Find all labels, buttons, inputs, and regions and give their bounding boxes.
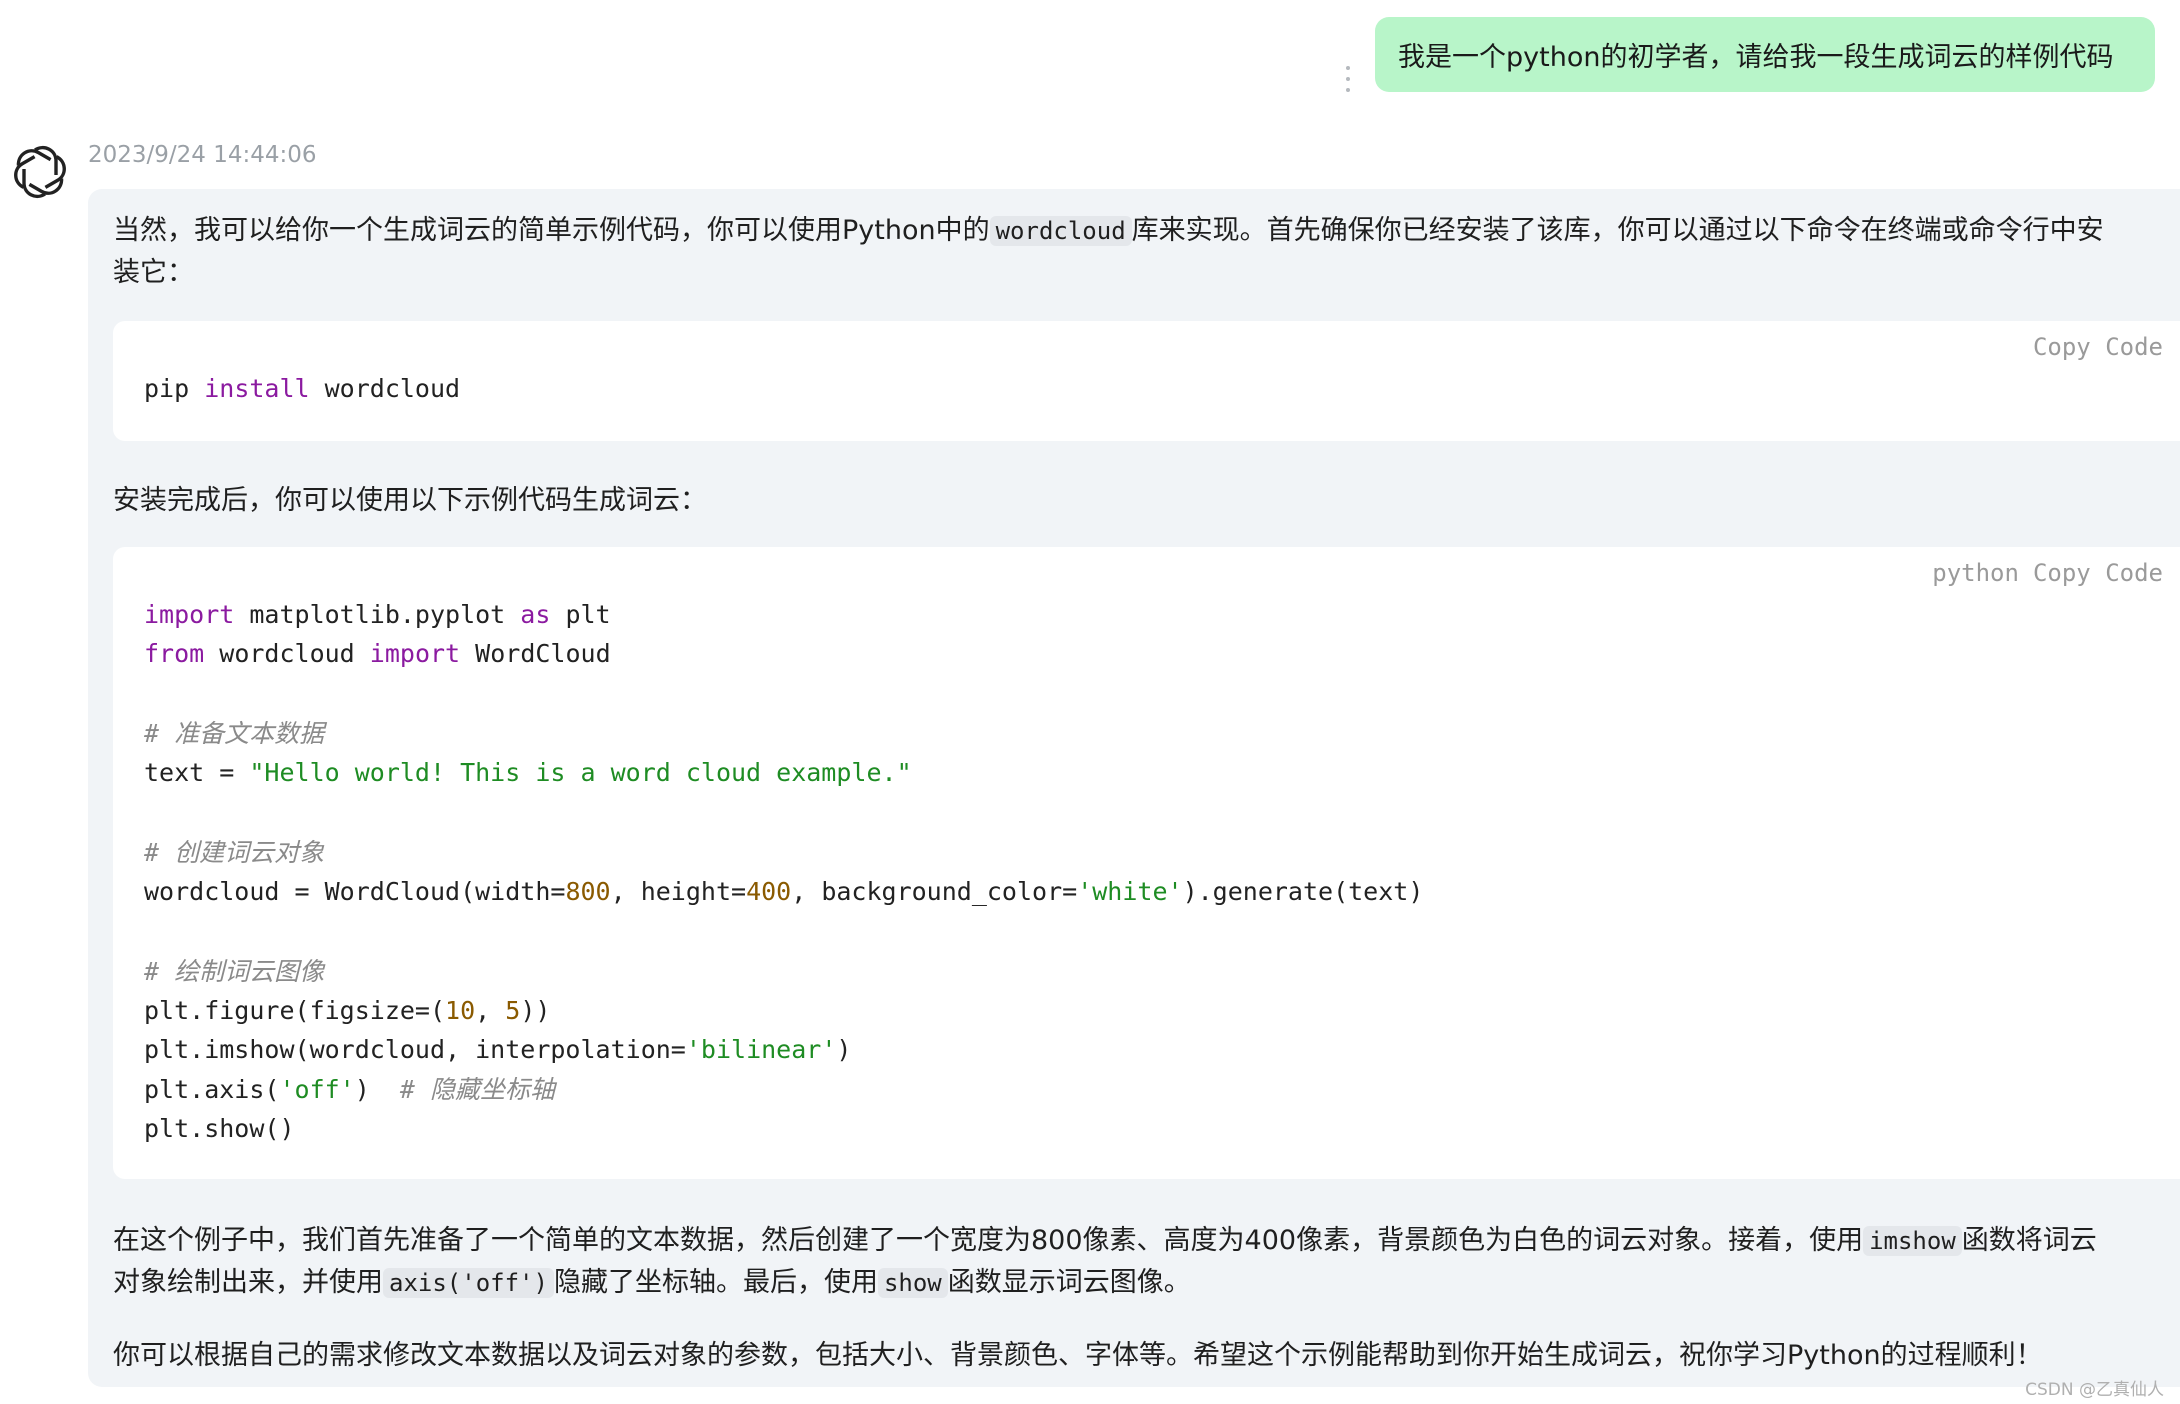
inline-code-imshow: imshow bbox=[1863, 1226, 1962, 1256]
user-message-text: 我是一个python的初学者，请给我一段生成词云的样例代码 bbox=[1398, 42, 2114, 73]
inline-code-axis-off: axis('off') bbox=[383, 1268, 554, 1298]
code-block-header: python Copy Code bbox=[1932, 559, 2163, 587]
code-line-2: from wordcloud import WordCloud bbox=[144, 639, 611, 668]
code-line-1: import matplotlib.pyplot as plt bbox=[144, 600, 611, 629]
intro-line-1: 当然，我可以给你一个生成词云的简单示例代码，你可以使用Python中的 wordc… bbox=[113, 208, 2104, 247]
code-block-header: Copy Code bbox=[2033, 333, 2163, 361]
code-line-8: plt.figure(figsize=(10, 5)) bbox=[144, 996, 551, 1025]
csdn-watermark: CSDN @乙真仙人 bbox=[2025, 1380, 2164, 1400]
more-options-icon[interactable] bbox=[1344, 66, 1352, 92]
code-language-label: python bbox=[1932, 559, 2019, 587]
code-comment-3: # 绘制词云图像 bbox=[144, 957, 325, 986]
user-message-bubble: 我是一个python的初学者，请给我一段生成词云的样例代码 bbox=[1375, 17, 2155, 92]
code-block-install: Copy Code pip install wordcloud bbox=[113, 321, 2180, 441]
code-block-python: python Copy Code import matplotlib.pyplo… bbox=[113, 547, 2180, 1179]
code-comment-1: # 准备文本数据 bbox=[144, 719, 325, 748]
message-timestamp: 2023/9/24 14:44:06 bbox=[88, 142, 317, 168]
closing-text: 你可以根据自己的需求修改文本数据以及词云对象的参数，包括大小、背景颜色、字体等。… bbox=[113, 1340, 2043, 1371]
intro-line-2: 装它： bbox=[113, 257, 194, 288]
intro-text-a: 当然，我可以给你一个生成词云的简单示例代码，你可以使用Python中的 bbox=[113, 215, 990, 246]
after-install-text: 安装完成后，你可以使用以下示例代码生成词云： bbox=[113, 485, 707, 516]
code-line-6: wordcloud = WordCloud(width=800, height=… bbox=[144, 877, 1424, 906]
copy-code-button[interactable]: Copy Code bbox=[2033, 333, 2163, 361]
inline-code-wordcloud: wordcloud bbox=[989, 216, 1132, 246]
code-line: pip install wordcloud bbox=[144, 374, 461, 403]
explain-line-1: 在这个例子中，我们首先准备了一个简单的文本数据，然后创建了一个宽度为800像素、… bbox=[113, 1225, 2097, 1256]
code-line-9: plt.imshow(wordcloud, interpolation='bil… bbox=[144, 1035, 852, 1064]
intro-text-b: 库来实现。首先确保你已经安装了该库，你可以通过以下命令在终端或命令行中安 bbox=[1131, 215, 2104, 246]
explain-line-2: 对象绘制出来，并使用 axis('off') 隐藏了坐标轴。最后，使用 show 函数显… bbox=[113, 1267, 1191, 1298]
code-line-11: plt.show() bbox=[144, 1114, 295, 1143]
inline-code-show: show bbox=[877, 1268, 948, 1298]
code-line-10: plt.axis('off') # 隐藏坐标轴 bbox=[144, 1075, 555, 1104]
code-comment-2: # 创建词云对象 bbox=[144, 838, 325, 867]
openai-logo-icon bbox=[10, 142, 70, 202]
copy-code-button[interactable]: Copy Code bbox=[2033, 559, 2163, 587]
code-line-4: text = "Hello world! This is a word clou… bbox=[144, 758, 912, 787]
